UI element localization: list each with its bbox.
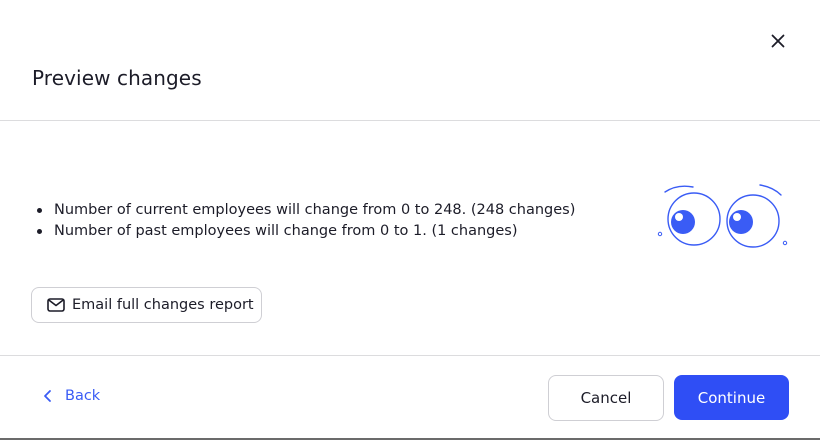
continue-button[interactable]: Continue — [674, 375, 789, 420]
preview-changes-dialog: Preview changes Number of current employ… — [0, 0, 820, 440]
chevron-left-icon — [42, 389, 54, 403]
peeking-eyes-icon — [655, 182, 791, 252]
cancel-button[interactable]: Cancel — [548, 375, 664, 421]
bullet — [37, 229, 42, 234]
back-label: Back — [65, 388, 101, 404]
changes-list: Number of current employees will change … — [34, 200, 575, 242]
close-button[interactable] — [766, 29, 790, 53]
dialog-footer: Back Cancel Continue — [0, 355, 820, 438]
change-item: Number of past employees will change fro… — [34, 221, 575, 242]
bullet — [37, 208, 42, 213]
change-item-text: Number of past employees will change fro… — [54, 223, 518, 239]
mail-icon — [47, 298, 65, 312]
dialog-header: Preview changes — [0, 0, 820, 121]
back-button[interactable]: Back — [42, 388, 100, 404]
dialog-title: Preview changes — [32, 66, 202, 90]
email-report-label: Email full changes report — [72, 297, 254, 313]
email-report-button[interactable]: Email full changes report — [31, 287, 262, 323]
change-item-text: Number of current employees will change … — [54, 202, 576, 218]
close-icon — [771, 34, 785, 48]
dialog-body: Number of current employees will change … — [0, 122, 820, 355]
change-item: Number of current employees will change … — [34, 200, 575, 221]
